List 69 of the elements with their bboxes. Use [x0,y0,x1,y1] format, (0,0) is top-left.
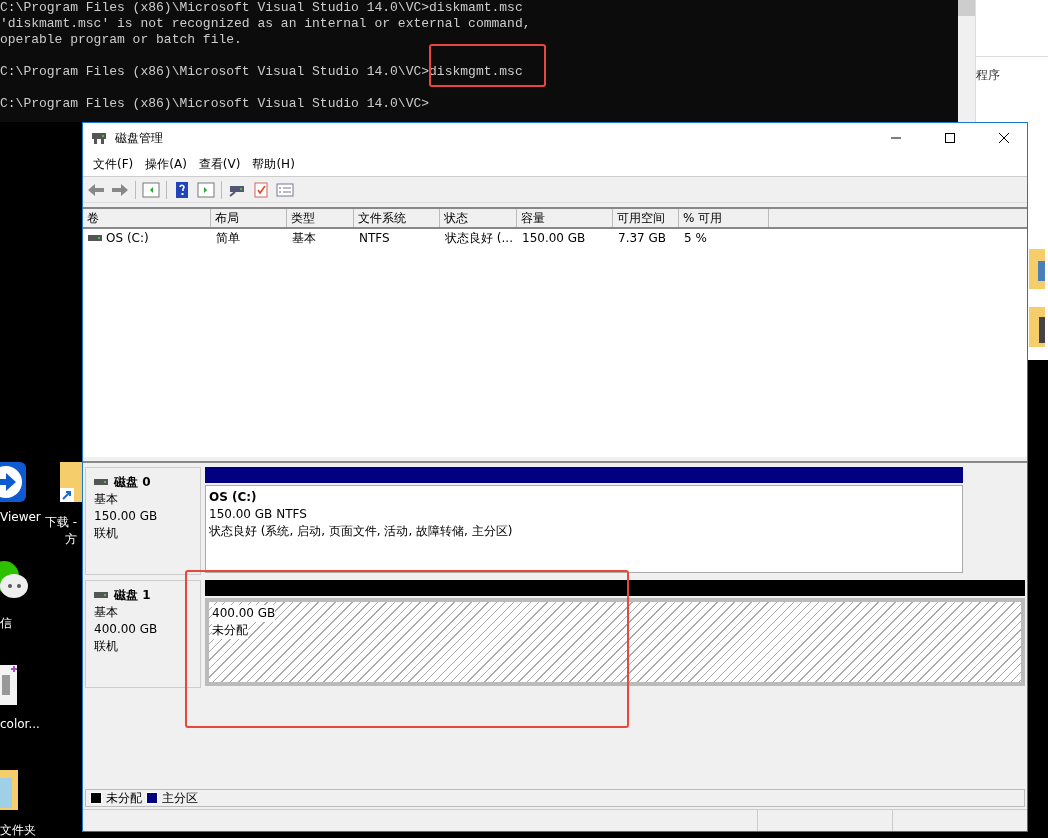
icon-label: 信 [0,615,12,632]
table-cell: 7.37 GB [618,230,667,246]
disk-name: 磁盘 0 [114,474,151,490]
disk-type: 基本 [94,491,119,507]
window-text: 程序 [976,67,1001,84]
menu-item[interactable]: 文件(F) [87,156,140,173]
forward-arrow-icon[interactable] [111,181,129,198]
icon-label: 下载 - [45,514,78,531]
arrow-app-icon[interactable] [0,462,26,502]
console-line: C:\Program Files (x86)\Microsoft Visual Studio 14.0\VC> [0,96,430,112]
folder-shortcut-icon[interactable] [60,462,82,502]
document-icon[interactable] [0,665,20,705]
drive-icon [94,591,108,599]
partition-size: 400.00 GB [212,605,276,622]
icon-label: color... [0,717,40,731]
table-cell: NTFS [359,230,390,246]
disk-info-panel[interactable]: 磁盘 1 基本 400.00 GB 联机 [85,580,201,688]
window-title: 磁盘管理 [115,129,164,147]
console-line: operable program or batch file. [0,32,242,48]
console-line: C:\Program Files (x86)\Microsoft Visual Studio 14.0\VC>diskmamt.msc [0,0,523,16]
legend-label: 未分配 [106,790,142,806]
disk-type: 基本 [94,604,119,620]
table-cell: 简单 [216,230,240,246]
back-arrow-icon[interactable] [87,181,105,198]
scrollbar[interactable] [958,0,975,122]
table-cell: 基本 [292,230,316,246]
close-icon [999,133,1009,143]
partition-block[interactable]: 400.00 GB 未分配 [205,598,1025,686]
drive-icon [94,478,108,486]
drive-icon [91,131,107,145]
disk-name: 磁盘 1 [114,587,151,603]
icon-label: Viewer [0,510,41,524]
icon-label: 方 [65,531,77,548]
disk-info-panel[interactable]: 磁盘 0 基本 150.00 GB 联机 [85,467,201,575]
column-header[interactable]: 容量 [517,209,613,227]
checklist-icon[interactable] [252,181,270,198]
column-header[interactable]: 布局 [211,209,287,227]
menu-item[interactable]: 帮助(H) [246,156,301,173]
help-icon[interactable] [173,181,191,198]
panel-icon[interactable] [142,181,160,198]
partition-status: 状态良好 (系统, 启动, 页面文件, 活动, 故障转储, 主分区) [209,523,513,540]
disk-status: 联机 [94,525,119,541]
column-header[interactable]: 文件系统 [354,209,440,227]
partition-name: OS (C:) [209,489,257,506]
column-header[interactable]: 卷 [83,209,211,227]
table-cell: OS (C:) [106,230,149,246]
disk-size: 400.00 GB [94,621,159,637]
disk-status: 联机 [94,638,119,654]
icon-label: 文件夹 [0,822,36,838]
disk-size: 150.00 GB [94,508,159,524]
table-cell: 状态良好 (... [445,230,513,246]
menu-item[interactable]: 查看(V) [192,156,247,173]
panel-icon[interactable] [197,181,215,198]
column-header[interactable]: 可用空间 [613,209,679,227]
column-header[interactable]: 类型 [287,209,354,227]
drive-icon [88,234,102,242]
column-header[interactable]: % 可用 [679,209,769,227]
column-header[interactable]: 状态 [440,209,517,227]
console-line: 'diskmamt.msc' is not recognized as an internal or external command, [0,16,531,32]
maximize-icon [945,133,955,143]
folder-icon[interactable] [1029,307,1045,347]
list-icon[interactable] [276,181,294,198]
legend-label: 主分区 [162,790,198,806]
partition-block[interactable]: OS (C:) 150.00 GB NTFS 状态良好 (系统, 启动, 页面文件, 活动, 故障转储, 主分区) [205,485,963,573]
partition-status: 未分配 [212,622,248,639]
table-cell: 150.00 GB [522,230,586,246]
table-cell: 5 % [684,230,707,246]
menu-item[interactable]: 操作(A) [139,156,193,173]
folder-icon[interactable] [0,770,20,810]
